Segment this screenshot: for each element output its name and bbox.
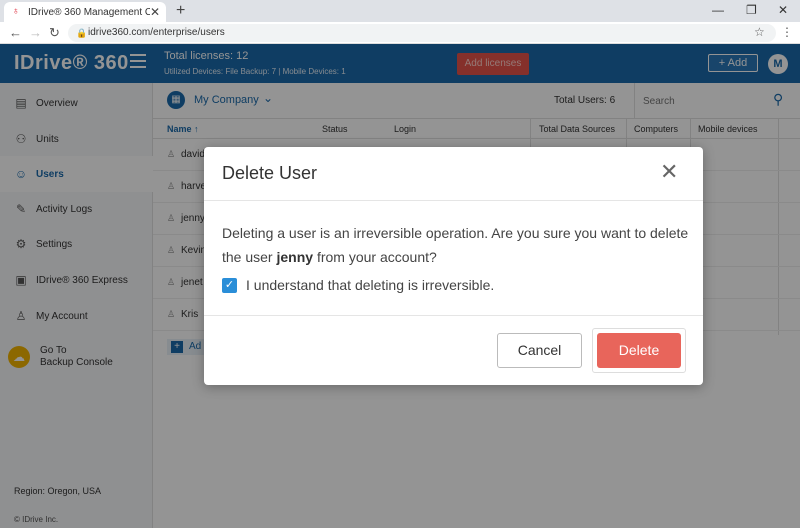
confirm-checkbox[interactable]: ✓ bbox=[222, 277, 237, 293]
browser-tab[interactable]: ♁ IDrive® 360 Management Console ✕ bbox=[4, 2, 166, 22]
delete-button[interactable]: Delete bbox=[597, 333, 681, 368]
cancel-button[interactable]: Cancel bbox=[497, 333, 582, 368]
dialog-header: Delete User ✕ bbox=[204, 147, 703, 201]
restore-icon[interactable]: ❐ bbox=[746, 3, 757, 17]
url-field[interactable]: 🔒 idrive360.com/enterprise/users bbox=[68, 24, 776, 42]
idrive-favicon-icon: ♁ bbox=[12, 6, 20, 17]
window-close-icon[interactable]: ✕ bbox=[778, 3, 788, 17]
modal-backdrop-header bbox=[0, 44, 800, 83]
address-bar: ← → ↻ 🔒 idrive360.com/enterprise/users ☆… bbox=[0, 22, 800, 44]
dialog-divider bbox=[204, 315, 703, 316]
target-user: jenny bbox=[276, 249, 314, 265]
close-icon[interactable]: ✕ bbox=[660, 161, 678, 183]
confirm-label: I understand that deleting is irreversib… bbox=[246, 277, 495, 293]
url-text: idrive360.com/enterprise/users bbox=[88, 27, 225, 38]
forward-icon[interactable]: → bbox=[29, 25, 42, 40]
delete-button-focus-ring: Delete bbox=[592, 328, 686, 373]
dialog-message: Deleting a user is an irreversible opera… bbox=[222, 221, 692, 269]
back-icon[interactable]: ← bbox=[9, 25, 22, 40]
minimize-icon[interactable]: — bbox=[712, 3, 724, 17]
delete-user-dialog: Delete User ✕ Deleting a user is an irre… bbox=[204, 147, 703, 385]
reload-icon[interactable]: ↻ bbox=[49, 25, 60, 41]
lock-icon: 🔒 bbox=[76, 28, 88, 38]
message-text: from your account? bbox=[313, 249, 437, 265]
irreversible-confirm[interactable]: ✓ I understand that deleting is irrevers… bbox=[222, 277, 494, 293]
browser-menu-icon[interactable]: ⋮ bbox=[781, 25, 793, 39]
new-tab-icon[interactable]: + bbox=[176, 2, 185, 20]
bookmark-star-icon[interactable]: ☆ bbox=[754, 25, 765, 39]
tab-close-icon[interactable]: ✕ bbox=[150, 5, 160, 19]
browser-tab-bar: ♁ IDrive® 360 Management Console ✕ + — ❐… bbox=[0, 0, 800, 22]
tab-title: IDrive® 360 Management Console bbox=[28, 6, 150, 18]
dialog-title: Delete User bbox=[222, 163, 318, 183]
